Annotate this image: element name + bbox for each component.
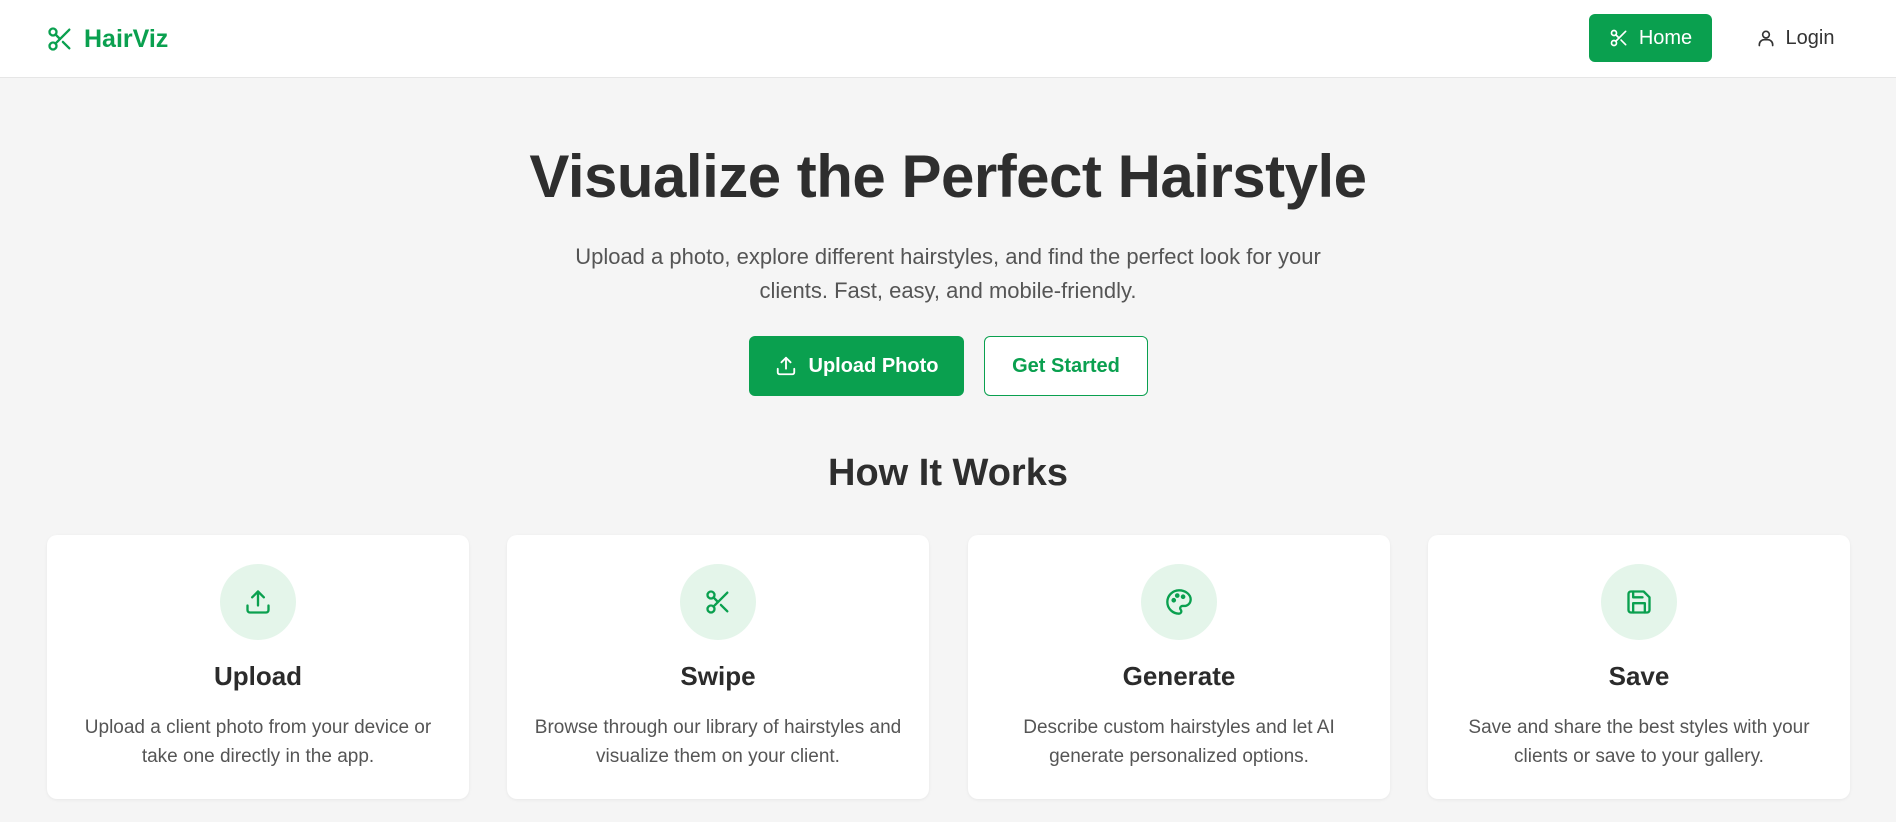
step-icon-circle (1141, 564, 1217, 640)
step-icon-circle (220, 564, 296, 640)
hero-title: Visualize the Perfect Hairstyle (529, 143, 1367, 210)
scissors-icon (1610, 29, 1627, 47)
get-started-label: Get Started (1012, 354, 1120, 377)
brand-logo[interactable]: HairViz (46, 24, 168, 54)
how-it-works-title: How It Works (828, 452, 1068, 494)
brand-name: HairViz (84, 24, 169, 53)
get-started-button[interactable]: Get Started (984, 336, 1148, 396)
nav-home-button[interactable]: Home (1589, 14, 1712, 62)
scissors-icon (706, 590, 729, 614)
hero-subtitle: Upload a photo, explore different hairst… (575, 244, 1321, 303)
step-description: Upload a client photo from your device o… (84, 717, 432, 767)
step-icon-circle (680, 564, 756, 640)
step-description: Save and share the best styles with your… (1468, 717, 1810, 767)
nav-login-button[interactable]: Login (1740, 14, 1850, 62)
step-icon-circle (1601, 564, 1677, 640)
user-icon (1758, 30, 1774, 47)
step-description: Describe custom hairstyles and let AI ge… (1023, 717, 1335, 767)
top-navbar: HairViz Home Login (0, 0, 1896, 78)
palette-icon (1166, 589, 1192, 615)
step-title: Save (1608, 661, 1670, 691)
nav-login-label: Login (1785, 26, 1835, 49)
nav-home-label: Home (1638, 26, 1693, 49)
step-card-swipe: Swipe Browse through our library of hair… (507, 535, 929, 799)
upload-photo-button[interactable]: Upload Photo (749, 336, 964, 396)
upload-icon (246, 590, 270, 614)
step-card-upload: Upload Upload a client photo from your d… (47, 535, 469, 799)
step-description: Browse through our library of hairstyles… (534, 717, 902, 767)
step-card-generate: Generate Describe custom hairstyles and … (968, 535, 1390, 799)
save-icon (1627, 590, 1651, 614)
scissors-icon (48, 27, 71, 51)
upload-photo-label: Upload Photo (808, 354, 939, 377)
step-title: Swipe (680, 661, 756, 691)
upload-icon (776, 356, 795, 376)
step-card-save: Save Save and share the best styles with… (1428, 535, 1850, 799)
step-title: Upload (213, 661, 303, 691)
step-title: Generate (1122, 661, 1236, 691)
